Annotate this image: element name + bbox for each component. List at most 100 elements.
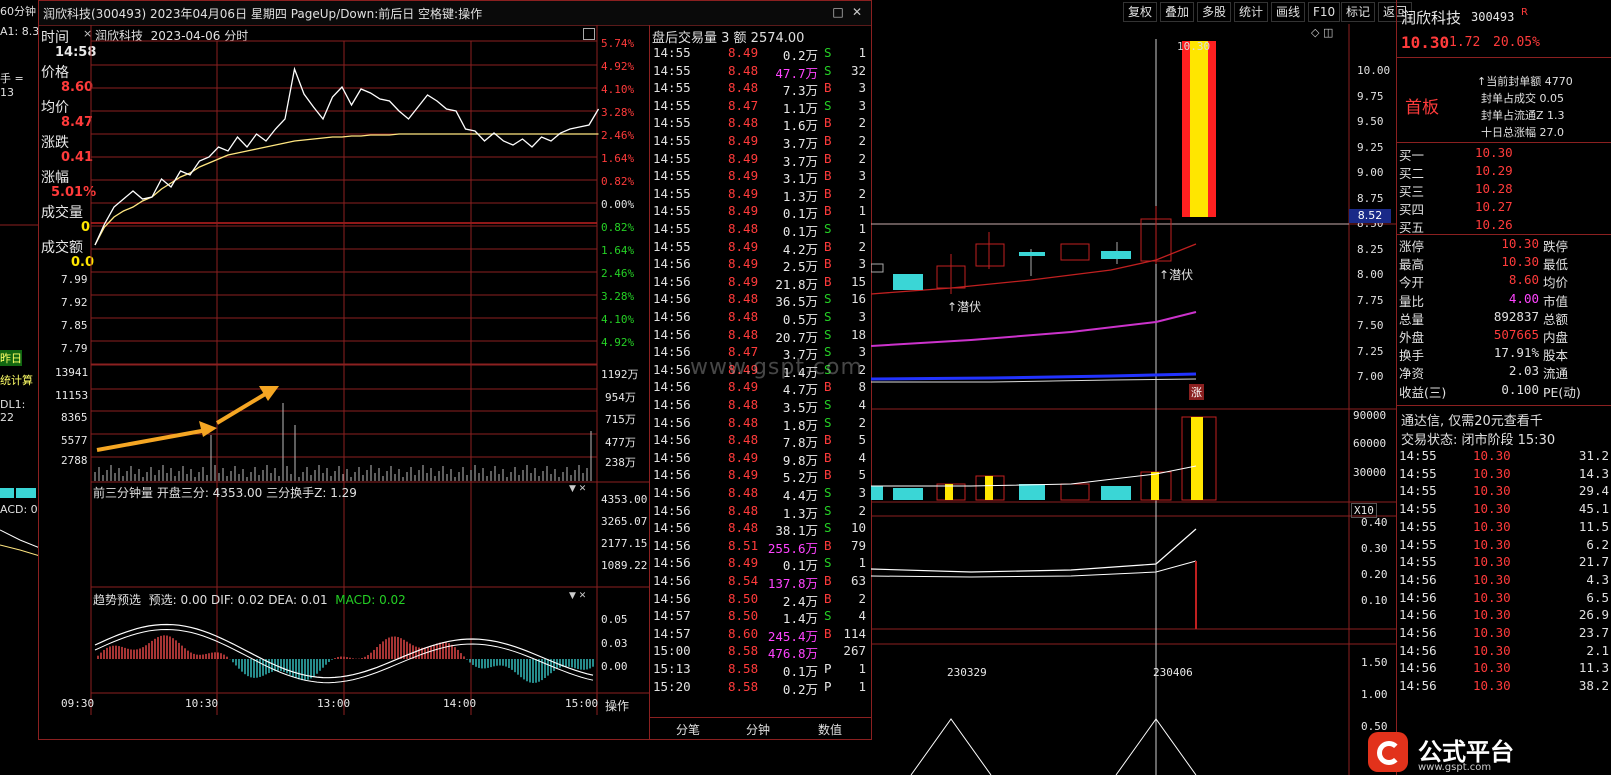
- toolbar-f10-button[interactable]: F10: [1308, 2, 1341, 22]
- trade-time: 14:56: [653, 590, 691, 606]
- sub1-dropdown-icon[interactable]: ▼ ✕: [569, 484, 586, 494]
- maximize-button[interactable]: □: [831, 5, 845, 19]
- trade-row[interactable]: 14:55 8.48 7.3万 B 3: [650, 80, 872, 98]
- trade-row[interactable]: 14:55 8.48 47.7万 S 32: [650, 63, 872, 81]
- bid-row[interactable]: 买二 10.29: [1397, 163, 1611, 181]
- daily-kline-chart[interactable]: ◇ ◫ 10.30 ↑潜伏 ↑潜伏 涨 10.00 9.75 9.50 9.25 9.0…: [871, 24, 1396, 775]
- trade-row[interactable]: 14:56 8.49 4.7万 B 8: [650, 379, 872, 397]
- trade-row[interactable]: 14:55 8.49 4.2万 B 2: [650, 239, 872, 257]
- trade-row[interactable]: 14:56 8.49 21.8万 B 15: [650, 273, 872, 292]
- trade-volume: 255.6万: [767, 540, 818, 556]
- trade-price: 8.48: [728, 485, 759, 500]
- trade-row[interactable]: 14:55 8.49 0.1万 B 1: [650, 203, 872, 221]
- trade-row[interactable]: 14:56 8.54 137.8万 B 63: [650, 573, 872, 591]
- tick-price: 10.30: [1473, 554, 1511, 570]
- bid-row[interactable]: 买三 10.28: [1397, 181, 1611, 199]
- brand-logo-icon: [1368, 732, 1408, 772]
- close-button[interactable]: ✕: [850, 5, 864, 19]
- intraday-chart[interactable]: 润欣科技 2023-04-06 分时 × 时间 14:58 价格 8.60 均价…: [39, 25, 649, 739]
- tick-row[interactable]: 14:55 10.30 14.3: [1397, 466, 1611, 484]
- tick-row[interactable]: 14:55 10.30 21.7: [1397, 554, 1611, 572]
- trade-count: 5: [858, 432, 866, 448]
- trade-row[interactable]: 14:55 8.49 3.7万 B 2: [650, 133, 872, 151]
- action-button[interactable]: 操作: [605, 697, 629, 714]
- trade-row[interactable]: 15:13 8.58 0.1万 P 1: [650, 661, 872, 679]
- trade-time: 14:56: [653, 414, 691, 430]
- trade-list-panel[interactable]: 盘后交易量 3 额 2574.00 14:55 8.49 0.2万 S 1 14:55 8.…: [649, 25, 872, 739]
- trade-row[interactable]: 14:56 8.48 4.4万 S 3: [650, 485, 872, 503]
- tick-list[interactable]: 14:55 10.30 31.2 14:55 10.30 14.3 14:55 10.30 29…: [1397, 448, 1611, 728]
- trade-row[interactable]: 14:56 8.48 3.5万 S 4: [650, 397, 872, 415]
- trade-row[interactable]: 14:56 8.48 38.1万 S 10: [650, 520, 872, 538]
- sub1-tick: 4353.00: [601, 493, 648, 506]
- trade-row[interactable]: 14:57 8.50 1.4万 S 4: [650, 608, 872, 626]
- trade-row[interactable]: 15:00 8.58 476.8万 267: [650, 643, 872, 661]
- tick-row[interactable]: 14:55 10.30 29.4: [1397, 483, 1611, 501]
- trade-row[interactable]: 14:55 8.47 1.1万 S 3: [650, 98, 872, 116]
- divider: [1397, 405, 1611, 406]
- trade-count: 1: [858, 661, 866, 676]
- trade-row[interactable]: 14:56 8.49 2.5万 B 3: [650, 256, 872, 274]
- trade-volume: 137.8万: [767, 576, 818, 591]
- bid-row[interactable]: 买一 10.30: [1397, 145, 1611, 163]
- tab-minutes[interactable]: 分钟: [746, 721, 770, 738]
- trade-row[interactable]: 14:55 8.48 1.6万 B 2: [650, 115, 872, 133]
- trade-row[interactable]: 14:56 8.48 20.7万 S 18: [650, 327, 872, 345]
- toolbar-multi-button[interactable]: 多股: [1197, 2, 1232, 22]
- trade-count: 16: [850, 291, 866, 307]
- trade-row[interactable]: 14:56 8.48 0.5万 S 3: [650, 309, 872, 327]
- trade-row[interactable]: 14:56 8.49 9.8万 B 4: [650, 450, 872, 468]
- tick-price: 10.30: [1473, 589, 1511, 605]
- popup-titlebar[interactable]: 润欣科技(300493) 2023年04月06日 星期四 PageUp/Down…: [39, 1, 871, 26]
- toolbar-overlay-button[interactable]: 叠加: [1160, 2, 1195, 22]
- tick-row[interactable]: 14:55 10.30 11.5: [1397, 519, 1611, 537]
- trade-price: 8.50: [728, 608, 759, 624]
- tick-row[interactable]: 14:56 10.30 4.3: [1397, 572, 1611, 590]
- trade-row[interactable]: 14:55 8.49 3.1万 B 3: [650, 168, 872, 186]
- tick-price: 10.30: [1473, 501, 1511, 517]
- tick-row[interactable]: 14:55 10.30 6.2: [1397, 537, 1611, 555]
- intraday-plot[interactable]: [39, 25, 649, 739]
- sub2-dropdown-icon[interactable]: ▼ ✕: [569, 591, 586, 601]
- tick-row[interactable]: 14:55 10.30 31.2: [1397, 448, 1611, 466]
- trade-row[interactable]: 15:20 8.58 0.2万 P 1: [650, 679, 872, 697]
- trade-row[interactable]: 14:56 8.48 36.5万 S 16: [650, 291, 872, 309]
- daily-plot[interactable]: ◇ ◫: [871, 24, 1396, 775]
- bid-row[interactable]: 买五 10.26: [1397, 217, 1611, 235]
- bid-row[interactable]: 买四 10.27: [1397, 199, 1611, 217]
- trade-row[interactable]: 14:56 8.48 7.8万 B 5: [650, 432, 872, 450]
- trade-side: B: [824, 273, 832, 289]
- trade-row[interactable]: 14:56 8.49 5.2万 B 5: [650, 467, 872, 485]
- daily-bottom-tick: 1.50: [1361, 656, 1388, 669]
- toolbar-adjust-button[interactable]: 复权: [1123, 2, 1158, 22]
- promo-text[interactable]: 通达信, 仅需20元查看千: [1401, 410, 1543, 429]
- tick-row[interactable]: 14:56 10.30 23.7: [1397, 625, 1611, 643]
- trade-tabs[interactable]: 分笔 分钟 数值: [650, 717, 872, 740]
- tick-row[interactable]: 14:56 10.30 6.5: [1397, 590, 1611, 608]
- tick-volume: 26.9: [1578, 607, 1609, 623]
- tick-row[interactable]: 14:56 10.30 11.3: [1397, 660, 1611, 678]
- trade-row[interactable]: 14:57 8.60 245.4万 B 114: [650, 626, 872, 644]
- toolbar-draw-button[interactable]: 画线: [1271, 2, 1306, 22]
- tab-values[interactable]: 数值: [818, 721, 842, 738]
- tick-row[interactable]: 14:55 10.30 45.1: [1397, 501, 1611, 519]
- tick-row[interactable]: 14:56 10.30 38.2: [1397, 678, 1611, 696]
- trade-row[interactable]: 14:56 8.48 1.3万 S 2: [650, 503, 872, 521]
- trade-list[interactable]: 14:55 8.49 0.2万 S 1 14:55 8.48 47.7万 S 32 14:55 8.4…: [650, 45, 872, 715]
- trade-row[interactable]: 14:56 8.49 0.1万 S 1: [650, 555, 872, 573]
- trade-row[interactable]: 14:56 8.50 2.4万 B 2: [650, 590, 872, 609]
- trade-row[interactable]: 14:55 8.49 1.3万 B 2: [650, 186, 872, 204]
- bid-label: 买三: [1399, 184, 1425, 199]
- trade-price: 8.49: [728, 273, 759, 289]
- tick-row[interactable]: 14:56 10.30 26.9: [1397, 607, 1611, 625]
- trade-row[interactable]: 14:55 8.49 3.7万 B 2: [650, 151, 872, 169]
- toolbar-stats-button[interactable]: 统计: [1234, 2, 1269, 22]
- toolbar-mark-button[interactable]: 标记: [1341, 2, 1376, 22]
- tab-ticks[interactable]: 分笔: [676, 721, 700, 738]
- tick-row[interactable]: 14:56 10.30 2.1: [1397, 643, 1611, 661]
- trade-row[interactable]: 14:56 8.48 1.8万 S 2: [650, 414, 872, 433]
- trade-row[interactable]: 14:55 8.48 0.1万 S 1: [650, 221, 872, 239]
- trade-row[interactable]: 14:56 8.51 255.6万 B 79: [650, 538, 872, 556]
- trade-row[interactable]: 14:55 8.49 0.2万 S 1: [650, 45, 872, 63]
- sub2-indicator-name[interactable]: 趋势预选: [93, 593, 141, 607]
